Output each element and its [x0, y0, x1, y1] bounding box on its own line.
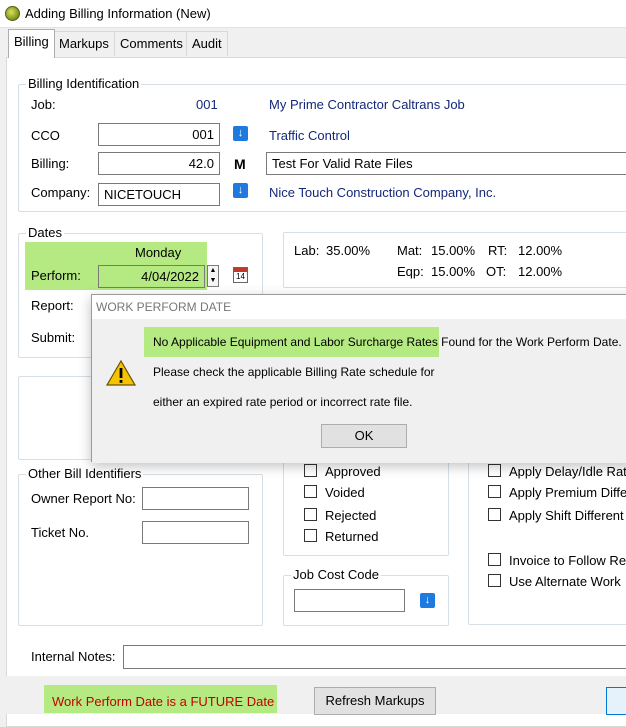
invoice-follow-label: Invoice to Follow Re	[509, 553, 626, 568]
cco-description: Traffic Control	[269, 128, 350, 143]
dates-label: Dates	[26, 225, 64, 240]
work-perform-date-dialog: WORK PERFORM DATE No Applicable Equipmen…	[91, 294, 626, 463]
dialog-title: WORK PERFORM DATE	[92, 295, 626, 319]
dialog-message-line2: Please check the applicable Billing Rate…	[153, 365, 435, 379]
ticket-label: Ticket No.	[31, 525, 90, 540]
job-value: 001	[196, 97, 218, 112]
billing-input[interactable]: 42.0	[98, 152, 220, 175]
app-icon	[5, 6, 20, 21]
approved-label: Approved	[325, 464, 381, 479]
summary-group	[18, 376, 100, 460]
perform-day-name: Monday	[135, 245, 182, 260]
apply-delay-checkbox[interactable]	[488, 464, 501, 477]
perform-label: Perform:	[31, 268, 81, 283]
owner-report-input[interactable]	[142, 487, 249, 510]
company-dropdown-icon[interactable]: ↓	[233, 183, 248, 198]
billing-label: Billing:	[31, 156, 70, 171]
voided-checkbox[interactable]	[304, 485, 317, 498]
ot-value: 12.00%	[518, 264, 563, 279]
ticket-input[interactable]	[142, 521, 249, 544]
rt-label: RT:	[488, 243, 508, 258]
dialog-message-line1: No Applicable Equipment and Labor Surcha…	[153, 335, 622, 349]
cco-label: CCO	[31, 128, 60, 143]
billing-identification-label: Billing Identification	[26, 76, 142, 91]
mat-label: Mat:	[397, 243, 423, 258]
apply-premium-checkbox[interactable]	[488, 485, 501, 498]
footer-right-button[interactable]	[606, 687, 626, 715]
tab-markups[interactable]: Markups	[53, 31, 115, 56]
billing-description-input[interactable]: Test For Valid Rate Files	[266, 152, 626, 175]
ok-button[interactable]: OK	[321, 424, 407, 448]
mat-value: 15.00%	[431, 243, 476, 258]
eqp-label: Eqp:	[397, 264, 424, 279]
voided-label: Voided	[325, 485, 365, 500]
alternate-work-label: Use Alternate Work	[509, 574, 621, 589]
cco-input[interactable]: 001	[98, 123, 220, 146]
cco-dropdown-icon[interactable]: ↓	[233, 126, 248, 141]
internal-notes-input[interactable]	[123, 645, 626, 669]
perform-date-input[interactable]: 4/04/2022	[98, 265, 205, 288]
job-cost-code-input[interactable]	[294, 589, 405, 612]
dialog-message-line3: either an expired rate period or incorre…	[153, 395, 413, 409]
spinner-up-icon[interactable]: ▲	[208, 266, 218, 276]
window-title: Adding Billing Information (New)	[25, 6, 211, 21]
internal-notes-label: Internal Notes:	[31, 649, 116, 664]
returned-checkbox[interactable]	[304, 529, 317, 542]
apply-shift-checkbox[interactable]	[488, 508, 501, 521]
ot-label: OT:	[486, 264, 507, 279]
job-cost-code-label: Job Cost Code	[291, 567, 381, 582]
job-label: Job:	[31, 97, 56, 112]
future-date-warning: Work Perform Date is a FUTURE Date	[44, 685, 277, 713]
invoice-follow-checkbox[interactable]	[488, 553, 501, 566]
perform-date-spinner[interactable]: ▲ ▼	[207, 265, 219, 287]
returned-label: Returned	[325, 529, 379, 544]
billing-flag: M	[234, 156, 246, 172]
tab-comments[interactable]: Comments	[114, 31, 189, 56]
report-label: Report:	[31, 298, 74, 313]
tab-billing[interactable]: Billing	[8, 29, 55, 58]
tab-audit[interactable]: Audit	[186, 31, 228, 56]
lab-value: 35.00%	[326, 243, 371, 258]
calendar-icon[interactable]: 14	[233, 267, 248, 283]
approved-checkbox[interactable]	[304, 464, 317, 477]
refresh-markups-button[interactable]: Refresh Markups	[314, 687, 436, 715]
alternate-work-checkbox[interactable]	[488, 574, 501, 587]
company-input[interactable]: NICETOUCH	[98, 183, 220, 206]
apply-delay-label: Apply Delay/Idle Rat	[509, 464, 626, 479]
eqp-value: 15.00%	[431, 264, 476, 279]
spinner-down-icon[interactable]: ▼	[208, 276, 218, 286]
apply-shift-label: Apply Shift Different	[509, 508, 624, 523]
submit-label: Submit:	[31, 330, 76, 345]
apply-premium-label: Apply Premium Diffe	[509, 485, 626, 500]
rt-value: 12.00%	[518, 243, 563, 258]
lab-label: Lab:	[294, 243, 320, 258]
rejected-checkbox[interactable]	[304, 508, 317, 521]
job-description: My Prime Contractor Caltrans Job	[269, 97, 465, 112]
warning-icon	[106, 359, 136, 386]
job-cost-dropdown-icon[interactable]: ↓	[420, 593, 435, 608]
company-description: Nice Touch Construction Company, Inc.	[269, 185, 497, 200]
other-bill-identifiers-label: Other Bill Identifiers	[26, 466, 144, 481]
owner-report-label: Owner Report No:	[31, 491, 136, 506]
title-bar: Adding Billing Information (New)	[0, 0, 626, 28]
company-label: Company:	[31, 185, 91, 200]
rates-group	[283, 232, 626, 288]
rejected-label: Rejected	[325, 508, 377, 523]
